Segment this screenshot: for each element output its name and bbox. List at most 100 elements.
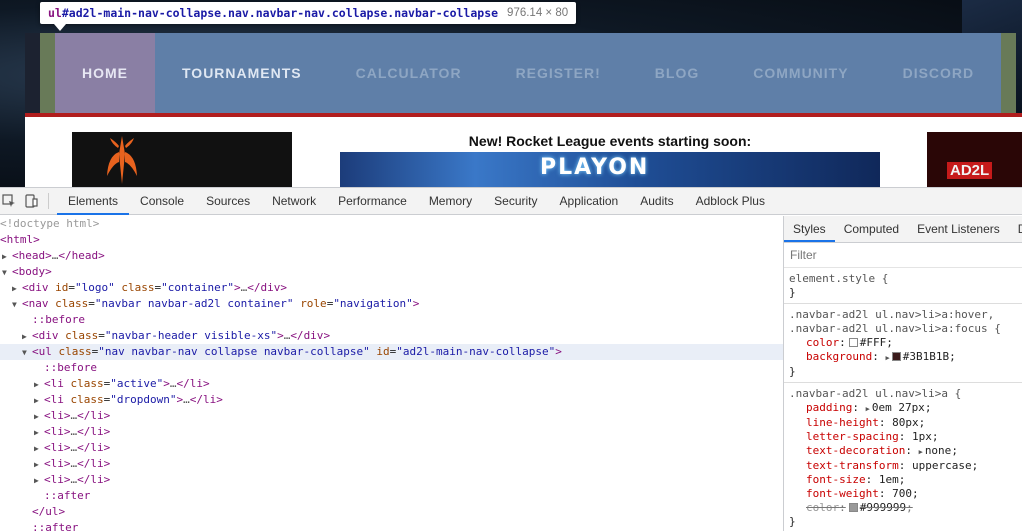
dom-line-after[interactable]: ::after [0,488,783,504]
dom-line-ul-close[interactable]: </ul> [0,504,783,520]
color-swatch-icon[interactable] [848,338,858,347]
css-declaration[interactable]: line-height: 80px; [789,416,1022,430]
expand-triangle-icon[interactable]: ▶ [34,441,44,457]
dom-line-div-logo[interactable]: ▶ <div id="logo" class="container">…</div… [0,280,783,296]
pseudo-element: ::after [44,489,91,502]
expand-triangle-icon[interactable]: ▶ [12,281,22,297]
expand-triangle-icon[interactable]: ▶ [866,405,870,413]
css-declaration[interactable]: letter-spacing: 1px; [789,430,1022,444]
css-property: font-size [806,473,866,486]
expand-triangle-icon[interactable]: ▶ [2,249,12,265]
css-declaration[interactable]: font-weight: 700; [789,487,1022,501]
devtools-toolbar: Elements Console Sources Network Perform… [0,187,1022,215]
collapse-triangle-icon[interactable]: ▼ [12,297,22,313]
tab-elements[interactable]: Elements [57,187,130,215]
dom-line-div-header[interactable]: ▶ <div class="navbar-header visible-xs">…… [0,328,783,344]
expand-triangle-icon[interactable]: ▶ [22,329,32,345]
tab-audits[interactable]: Audits [629,188,684,215]
tab-event-listeners[interactable]: Event Listeners [908,216,1009,242]
nav-item-tournaments[interactable]: TOURNAMENTS [155,33,329,113]
padding-highlight-right [1001,33,1016,113]
color-swatch-icon[interactable] [891,352,901,361]
dom-line-head[interactable]: ▶ <head>…</head> [0,248,783,264]
css-declaration[interactable]: padding: ▶ 0em 27px; [789,401,1022,416]
tab-console[interactable]: Console [129,188,195,215]
tab-computed[interactable]: Computed [835,216,908,242]
css-declaration[interactable]: background: ▶ #3B1B1B; [789,350,1022,365]
tab-dom-breakpoints[interactable]: D [1009,216,1022,242]
dom-line-li[interactable]: ▶ <li>…</li> [0,456,783,472]
dom-line-body[interactable]: ▼ <body> [0,264,783,280]
nav-item-community[interactable]: COMMUNITY [726,33,875,113]
nav-item-discord[interactable]: DISCORD [876,33,1002,113]
inspect-element-icon[interactable] [0,192,18,210]
css-value: 80px [892,416,919,429]
color-swatch-icon[interactable] [848,503,858,512]
collapse-triangle-icon[interactable]: ▼ [2,265,12,281]
tab-styles[interactable]: Styles [784,216,835,242]
css-declaration[interactable]: text-transform: uppercase; [789,459,1022,473]
expand-triangle-icon[interactable]: ▶ [34,457,44,473]
expand-triangle-icon[interactable]: ▶ [34,473,44,489]
main-nav: HOME TOURNAMENTS CALCULATOR REGISTER! BL… [55,33,1001,113]
dom-line-li[interactable]: ▶ <li>…</li> [0,472,783,488]
nav-margin-left [25,33,40,113]
expand-triangle-icon[interactable]: ▶ [34,377,44,393]
promo-banner-logo: PLAYON [540,155,650,180]
tab-security[interactable]: Security [483,188,548,215]
tab-performance[interactable]: Performance [327,188,418,215]
attr-value: "ad2l-main-nav-collapse" [396,345,556,358]
promo-banner[interactable]: PLAYON [340,152,880,187]
expand-triangle-icon[interactable]: ▶ [885,354,889,362]
site-logo[interactable] [72,132,292,187]
rule-selector: element.style { [789,272,889,285]
css-property: letter-spacing [806,430,899,443]
tab-adblock-plus[interactable]: Adblock Plus [685,188,776,215]
css-value: 1px [911,430,932,443]
css-declaration[interactable]: font-size: 1em; [789,473,1022,487]
tab-memory[interactable]: Memory [418,188,483,215]
dom-line-li[interactable]: ▶ <li>…</li> [0,440,783,456]
expand-triangle-icon[interactable]: ▶ [34,409,44,425]
dom-line-li[interactable]: ▶ <li>…</li> [0,424,783,440]
screenshot: HOME TOURNAMENTS CALCULATOR REGISTER! BL… [0,0,1022,531]
expand-triangle-icon[interactable]: ▶ [34,425,44,441]
nav-item-blog[interactable]: BLOG [628,33,726,113]
dom-line-html[interactable]: <html> [0,232,783,248]
expand-triangle-icon[interactable]: ▶ [919,448,923,456]
tag-name: li [189,377,203,390]
dom-line-nav[interactable]: ▼ <nav class="navbar navbar-ad2l containe… [0,296,783,312]
attr-value: "navbar navbar-ad2l container" [94,297,294,310]
dom-line-before[interactable]: ::before [0,312,783,328]
css-declaration[interactable]: color: #FFF; [789,336,1022,350]
tab-sources[interactable]: Sources [195,188,261,215]
device-toolbar-icon[interactable] [22,192,40,210]
css-declaration[interactable]: text-decoration: ▶ none; [789,444,1022,459]
tooltip-dimensions: 976.14 × 80 [507,7,569,19]
attr-name: class [65,329,99,342]
dom-line-li-active[interactable]: ▶ <li class="active">…</li> [0,376,783,392]
tag-name: li [90,409,104,422]
tab-network[interactable]: Network [261,188,327,215]
tag-name: ul [38,345,52,358]
tab-application[interactable]: Application [549,188,630,215]
rule-hover-focus: .navbar-ad2l ul.nav>li>a:hover, .navbar-… [784,304,1022,383]
nav-item-home[interactable]: HOME [55,33,155,113]
dom-line-after[interactable]: ::after [0,520,783,531]
dom-line-li-dropdown[interactable]: ▶ <li class="dropdown">…</li> [0,392,783,408]
right-ad-banner[interactable]: AD2L [927,132,1022,187]
css-declaration-overridden[interactable]: color: #999999; [789,501,1022,515]
expand-triangle-icon[interactable]: ▶ [34,393,44,409]
dom-line-doctype[interactable]: <!doctype html> [0,216,783,232]
nav-item-calculator[interactable]: CALCULATOR [329,33,489,113]
dom-line-before[interactable]: ::before [0,360,783,376]
dom-line-li[interactable]: ▶ <li>…</li> [0,408,783,424]
styles-filter-input[interactable]: Filter [784,243,1022,268]
attr-name: class [55,297,89,310]
nav-item-register[interactable]: REGISTER! [489,33,628,113]
dom-line-ul-selected[interactable]: ▼ <ul class="nav navbar-nav collapse navb… [0,344,783,360]
tooltip-pointer [54,24,66,31]
tag-name: html [6,233,34,246]
collapse-triangle-icon[interactable]: ▼ [22,345,32,361]
doctype-text: <!doctype html> [0,217,100,230]
